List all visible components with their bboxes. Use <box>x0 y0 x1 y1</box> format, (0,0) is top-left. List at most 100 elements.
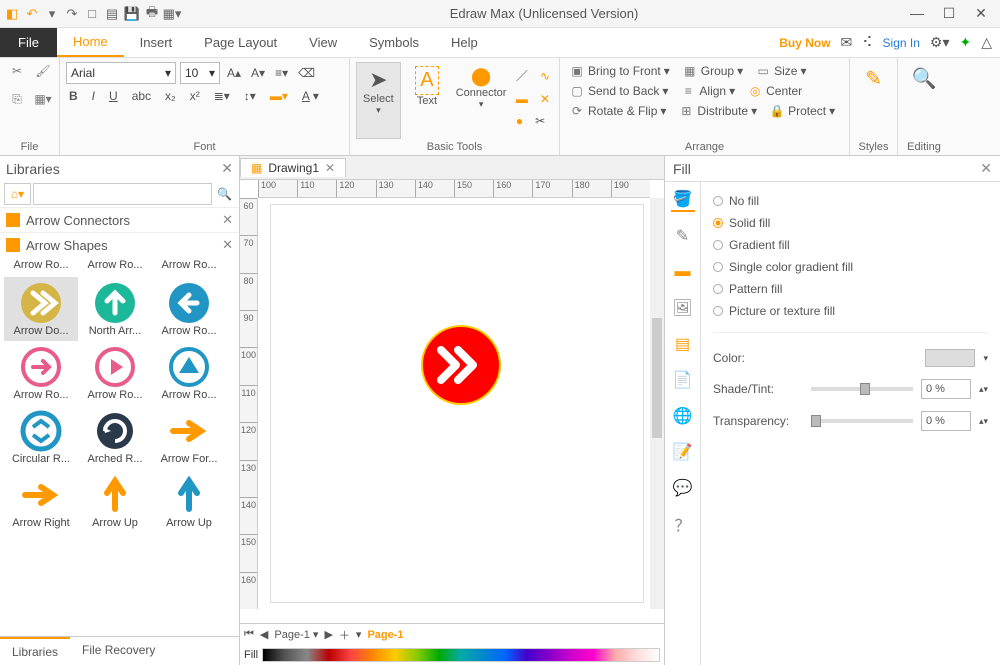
crop-tool-icon[interactable]: ✂ <box>532 113 548 129</box>
library-home-button[interactable]: ⌂▾ <box>4 183 31 205</box>
shape-item[interactable]: Arrow Up <box>152 469 226 533</box>
close-doc-icon[interactable]: ✕ <box>325 161 335 175</box>
footer-tab-libraries[interactable]: Libraries <box>0 637 70 665</box>
prev-page-icon[interactable]: ◀ <box>260 628 268 641</box>
save-icon[interactable]: 💾 <box>124 6 140 22</box>
settings-icon[interactable]: ⚙▾ <box>930 34 950 51</box>
color-picker[interactable] <box>925 349 975 367</box>
footer-tab-recovery[interactable]: File Recovery <box>70 637 167 665</box>
shape-fill-icon[interactable]: ▬ <box>671 260 695 284</box>
shape-item[interactable]: Arrow Ro... <box>78 341 152 405</box>
page-icon[interactable]: 📄 <box>671 368 695 392</box>
page-selector[interactable]: Page-1 ▾ <box>274 628 318 641</box>
find-button[interactable]: 🔍 <box>904 62 944 139</box>
shape-item[interactable]: Arched R... <box>78 405 152 469</box>
tab-insert[interactable]: Insert <box>124 28 189 57</box>
tab-symbols[interactable]: Symbols <box>353 28 435 57</box>
select-tool-button[interactable]: ➤ Select▾ <box>356 62 401 139</box>
file-menu[interactable]: File <box>0 28 57 57</box>
styles-button[interactable]: ✎ <box>856 62 891 139</box>
picture-icon[interactable]: 🖼 <box>671 296 695 320</box>
center-button[interactable]: ◎Center <box>744 82 805 100</box>
underline-button[interactable]: U <box>106 88 121 104</box>
shape-item[interactable]: Circular R... <box>4 405 78 469</box>
decrease-font-icon[interactable]: A▾ <box>248 65 268 81</box>
shade-slider[interactable] <box>811 387 913 391</box>
text-tool-button[interactable]: A Text <box>405 62 450 139</box>
close-fill-panel-icon[interactable]: ✕ <box>980 160 992 177</box>
export-icon[interactable]: ▦▾ <box>164 6 180 22</box>
curve-tool-icon[interactable]: ∿ <box>537 66 553 85</box>
shape-item[interactable]: Arrow Right <box>4 469 78 533</box>
layer-icon[interactable]: ▤ <box>671 332 695 356</box>
strike-button[interactable]: abc <box>129 88 154 104</box>
spacing-button[interactable]: ↕▾ <box>241 88 259 104</box>
search-icon[interactable]: 🔍 <box>214 183 235 205</box>
shape-item[interactable]: North Arr... <box>78 277 152 341</box>
size-button[interactable]: ▭Size ▾ <box>752 62 809 80</box>
tab-view[interactable]: View <box>293 28 353 57</box>
font-name-select[interactable]: Arial▾ <box>66 62 176 84</box>
bold-button[interactable]: B <box>66 88 81 104</box>
shape-item[interactable]: Arrow Up <box>78 469 152 533</box>
globe-icon[interactable]: 🌐 <box>671 404 695 428</box>
align-icon[interactable]: ≡▾ <box>272 65 291 81</box>
bullets-button[interactable]: ≣▾ <box>211 88 233 104</box>
open-icon[interactable]: ▤ <box>104 6 120 22</box>
copy-button[interactable]: ⎘ <box>6 90 28 108</box>
line-style-icon[interactable]: ✎ <box>671 224 695 248</box>
group-button[interactable]: ▦Group ▾ <box>679 62 746 80</box>
drawing-page[interactable] <box>270 204 644 603</box>
fill-bucket-icon[interactable]: 🪣 <box>671 188 695 212</box>
share-icon[interactable]: ⠪ <box>862 34 872 51</box>
line-tool-icon[interactable]: ／ <box>513 66 531 85</box>
paste-button[interactable]: ✂ <box>6 62 28 80</box>
format-painter-button[interactable]: 🖌 <box>32 62 54 80</box>
redo-icon[interactable]: ↷ <box>64 6 80 22</box>
align-button[interactable]: ≡Align ▾ <box>677 82 738 100</box>
document-tab[interactable]: ▦ Drawing1 ✕ <box>240 158 346 177</box>
fill-option-radio[interactable]: Single color gradient fill <box>713 256 988 278</box>
page-options-icon[interactable]: ▾ <box>356 628 362 641</box>
increase-font-icon[interactable]: A▴ <box>224 65 244 81</box>
print-icon[interactable]: 🖶 <box>144 6 160 22</box>
minimize-button[interactable]: — <box>908 5 926 22</box>
highlight-button[interactable]: ▬▾ <box>267 88 291 104</box>
undo-dropdown-icon[interactable]: ▾ <box>44 6 60 22</box>
help-icon[interactable]: ？ <box>671 512 695 536</box>
close-section-icon[interactable]: ✕ <box>222 212 233 228</box>
rect-tool-icon[interactable]: ▬ <box>513 91 531 107</box>
canvas-area[interactable]: 100110120130140150160170180190 607080901… <box>240 180 664 623</box>
close-section-icon[interactable]: ✕ <box>222 237 233 253</box>
library-search-input[interactable] <box>33 183 212 205</box>
fill-option-radio[interactable]: No fill <box>713 190 988 212</box>
mail-icon[interactable]: ✉ <box>841 34 853 51</box>
library-section-shapes[interactable]: Arrow Shapes ✕ <box>0 232 239 257</box>
color-strip[interactable] <box>262 648 660 662</box>
vertical-scrollbar[interactable] <box>650 198 664 609</box>
note-icon[interactable]: 📝 <box>671 440 695 464</box>
shade-value[interactable]: 0 % <box>921 379 971 399</box>
shape-item[interactable]: Arrow For... <box>152 405 226 469</box>
shape-item[interactable]: Arrow Ro... <box>4 341 78 405</box>
font-color-button[interactable]: A▾ <box>299 88 322 104</box>
shape-item[interactable]: Arrow Ro... <box>152 341 226 405</box>
comment-icon[interactable]: 💬 <box>671 476 695 500</box>
wondershare-icon[interactable]: ✦ <box>959 34 971 51</box>
maximize-button[interactable]: ☐ <box>940 5 958 22</box>
close-libraries-icon[interactable]: ✕ <box>221 160 233 177</box>
distribute-button[interactable]: ⊞Distribute ▾ <box>675 102 760 120</box>
shape-item[interactable]: Arrow Ro... <box>152 277 226 341</box>
protect-button[interactable]: 🔒Protect ▾ <box>766 102 838 120</box>
next-page-icon[interactable]: ▶ <box>324 628 332 641</box>
transparency-slider[interactable] <box>811 419 913 423</box>
tab-home[interactable]: Home <box>57 28 124 57</box>
tab-page-layout[interactable]: Page Layout <box>188 28 293 57</box>
shape-item[interactable]: Arrow Do... <box>4 277 78 341</box>
undo-icon[interactable]: ↶ <box>24 6 40 22</box>
collapse-ribbon-icon[interactable]: △ <box>981 34 992 51</box>
clear-format-icon[interactable]: ⌫ <box>295 65 318 81</box>
first-page-icon[interactable]: ⏮ <box>244 628 254 641</box>
ellipse-tool-icon[interactable]: ● <box>513 113 526 129</box>
transparency-value[interactable]: 0 % <box>921 411 971 431</box>
